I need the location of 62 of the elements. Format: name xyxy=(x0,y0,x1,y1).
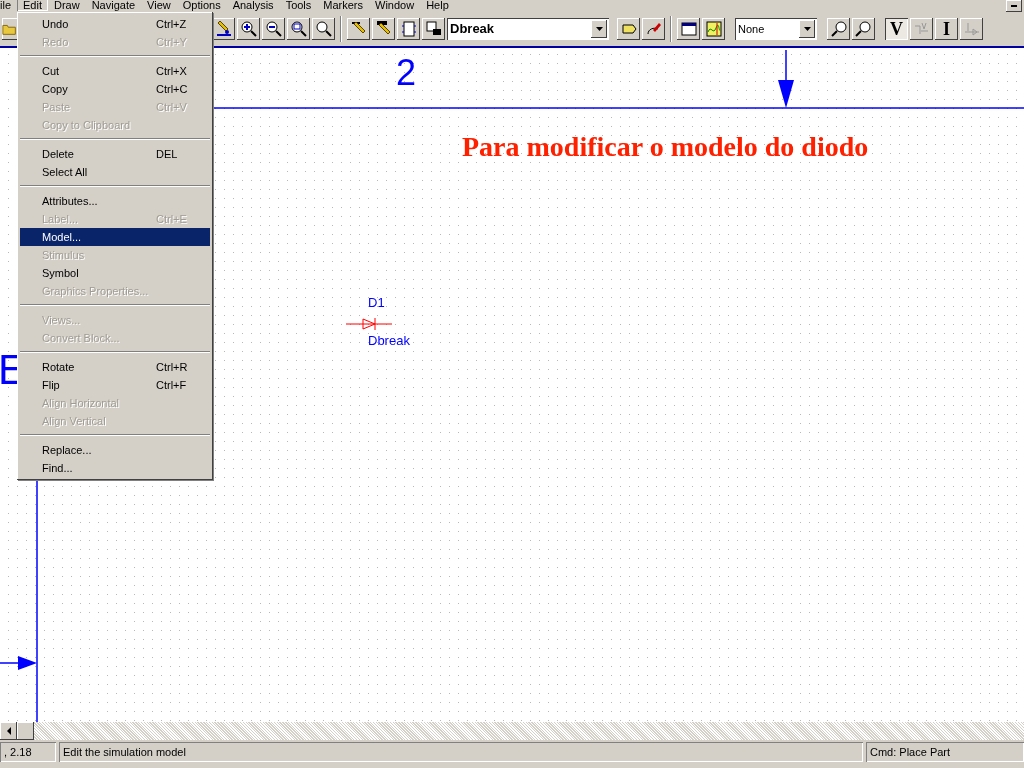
voltage-button[interactable]: V xyxy=(885,18,908,40)
menu-item[interactable]: Edit xyxy=(17,0,48,11)
status-message: Edit the simulation model xyxy=(59,742,863,762)
current-button[interactable]: I xyxy=(935,18,958,40)
window-icon[interactable] xyxy=(677,18,700,40)
zoom-in-icon[interactable] xyxy=(237,18,260,40)
wire-pencil-icon[interactable] xyxy=(347,18,370,40)
edit-symbol-icon[interactable] xyxy=(642,18,665,40)
zoom-fit-icon[interactable] xyxy=(312,18,335,40)
menu-item[interactable]: Help xyxy=(420,0,455,11)
menu-item[interactable]: Markers xyxy=(317,0,370,11)
zoom-area-icon[interactable] xyxy=(287,18,310,40)
menu-item[interactable]: Draw xyxy=(48,0,86,11)
current-pin-icon[interactable] xyxy=(960,18,983,40)
menu-item[interactable]: Select All xyxy=(20,163,210,181)
find-part-icon[interactable] xyxy=(422,18,445,40)
waveform-icon[interactable] xyxy=(702,18,725,40)
menu-item[interactable]: Attributes... xyxy=(20,192,210,210)
minimize-button[interactable] xyxy=(1006,0,1022,12)
scroll-left-button[interactable] xyxy=(0,722,17,740)
arrow xyxy=(0,656,37,670)
marker-combo-box[interactable]: None xyxy=(735,18,817,40)
combo-value: None xyxy=(738,21,765,37)
scroll-thumb[interactable] xyxy=(17,722,34,740)
menu-item[interactable]: View xyxy=(141,0,177,11)
menu-item[interactable]: Symbol xyxy=(20,264,210,282)
part-model: Dbreak xyxy=(368,334,410,348)
voltage-probe-icon[interactable] xyxy=(827,18,850,40)
command-status: Cmd: Place Part xyxy=(866,742,1024,762)
menu-item[interactable]: Flip Ctrl+F xyxy=(20,376,210,394)
menu-item[interactable]: Undo Ctrl+Z xyxy=(20,15,210,33)
coordinates-readout: , 2.18 xyxy=(0,742,56,762)
menu-item[interactable]: Window xyxy=(369,0,421,11)
menu-item[interactable]: Analysis xyxy=(226,0,280,11)
tag-icon[interactable] xyxy=(617,18,640,40)
bus-pencil-icon[interactable] xyxy=(372,18,395,40)
menu-item[interactable]: Options xyxy=(176,0,227,11)
current-probe-icon[interactable] xyxy=(852,18,875,40)
menu-item[interactable]: ile xyxy=(0,0,17,11)
minimize-icon[interactable] xyxy=(1010,4,1018,8)
folder-icon[interactable] xyxy=(2,18,18,40)
sheet-number: 2 xyxy=(396,53,417,93)
menu-item[interactable]: Cut Ctrl+X xyxy=(20,62,210,80)
menu-item[interactable]: Tools xyxy=(279,0,318,11)
menu-item[interactable]: Find... xyxy=(20,459,210,477)
menu-item[interactable]: Replace... xyxy=(20,441,210,459)
zoom-out-icon[interactable] xyxy=(262,18,285,40)
menu-item[interactable]: Delete DEL xyxy=(20,145,210,163)
voltage-differential-icon[interactable] xyxy=(910,18,933,40)
menu-item[interactable]: Model... xyxy=(20,228,210,246)
menu-item[interactable]: Copy Ctrl+C xyxy=(20,80,210,98)
left-arrow-icon[interactable] xyxy=(5,727,12,735)
diode-symbol xyxy=(345,317,393,331)
annotation-text: Para modificar o modelo do diodo xyxy=(462,130,869,164)
arrow xyxy=(778,49,794,108)
pencil-icon[interactable] xyxy=(212,18,235,40)
part-reference: D1 xyxy=(368,296,385,310)
part-combo-box[interactable]: Dbreak xyxy=(447,18,609,40)
menu-item[interactable]: Rotate Ctrl+R xyxy=(20,358,210,376)
block-icon[interactable] xyxy=(397,18,420,40)
menu-item[interactable]: Navigate xyxy=(85,0,142,11)
combo-value: Dbreak xyxy=(450,20,495,39)
